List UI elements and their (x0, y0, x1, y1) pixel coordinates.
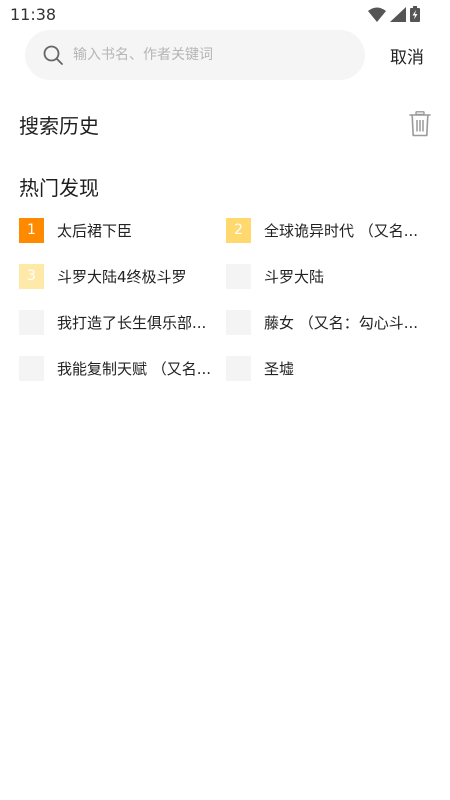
rank-badge: 7 (19, 355, 44, 381)
search-icon (43, 45, 63, 65)
hot-item[interactable]: 1 太后裙下臣 (19, 216, 132, 244)
cancel-button[interactable]: 取消 (390, 43, 424, 68)
hot-discoveries-title: 热门发现 (19, 176, 99, 200)
rank-badge: 1 (19, 217, 44, 243)
status-icons (368, 6, 420, 22)
rank-badge: 2 (226, 217, 251, 243)
hot-item[interactable]: 6 藤女 （又名：勾心斗... (226, 308, 418, 336)
hot-item[interactable]: 7 我能复制天赋 （又名... (19, 354, 211, 382)
search-input[interactable] (73, 30, 353, 80)
hot-item[interactable]: 8 圣墟 (226, 354, 294, 382)
status-bar: 11:38 (0, 0, 450, 30)
rank-badge: 5 (19, 309, 44, 335)
hot-item[interactable]: 5 我打造了长生俱乐部... (19, 308, 206, 336)
rank-badge: 3 (19, 263, 44, 289)
cellular-signal-icon (390, 6, 406, 22)
hot-item-label: 我打造了长生俱乐部... (57, 313, 207, 332)
wifi-icon (368, 7, 386, 22)
hot-item-label: 斗罗大陆4终极斗罗 (57, 267, 187, 286)
hot-item-label: 太后裙下臣 (57, 221, 133, 240)
search-history-title: 搜索历史 (19, 114, 99, 138)
hot-item-label: 藤女 （又名：勾心斗... (264, 313, 419, 332)
rank-badge: 8 (226, 355, 251, 381)
rank-badge: 6 (226, 309, 251, 335)
hot-item-label: 圣墟 (264, 359, 295, 378)
battery-charging-icon (410, 6, 420, 22)
hot-item-label: 斗罗大陆 (264, 267, 325, 286)
hot-item[interactable]: 4 斗罗大陆 (226, 262, 324, 290)
hot-item-label: 全球诡异时代 （又名... (264, 221, 419, 240)
search-box[interactable] (25, 30, 365, 80)
hot-item-label: 我能复制天赋 （又名... (57, 359, 212, 378)
status-time: 11:38 (10, 5, 57, 24)
hot-item[interactable]: 3 斗罗大陆4终极斗罗 (19, 262, 187, 290)
trash-icon[interactable] (409, 111, 431, 137)
rank-badge: 4 (226, 263, 251, 289)
hot-item[interactable]: 2 全球诡异时代 （又名... (226, 216, 418, 244)
